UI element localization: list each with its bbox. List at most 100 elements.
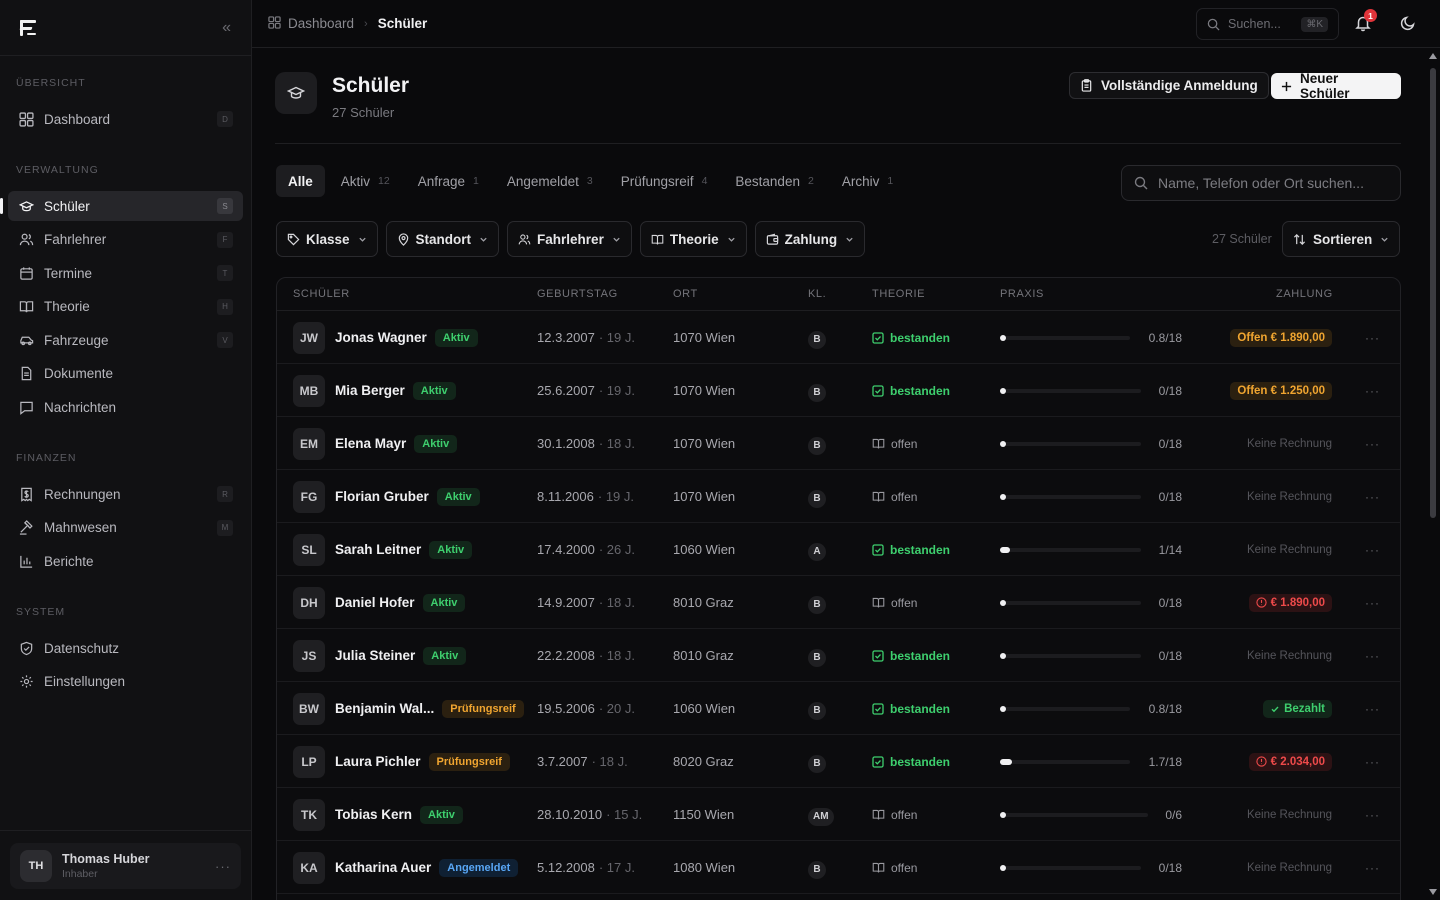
table-row[interactable]: BW Benjamin Wal... Prüfungsreif 19.5.2006 · … [277, 682, 1400, 735]
col-schueler[interactable]: SCHÜLER [293, 288, 350, 300]
table-row[interactable]: DH Daniel Hofer Aktiv 14.9.2007 · 18 J. 8010 … [277, 576, 1400, 629]
student-name[interactable]: Florian Gruber [335, 489, 429, 504]
student-name[interactable]: Jonas Wagner [335, 330, 427, 345]
student-name[interactable]: Laura Pichler [335, 754, 421, 769]
student-avatar: KA [293, 851, 325, 884]
tab-anfrage[interactable]: Anfrage 1 [406, 165, 491, 197]
sidebar-item-mahnwesen[interactable]: Mahnwesen M [8, 513, 243, 543]
table-row[interactable]: LP Laura Pichler Prüfungsreif 3.7.2007 · 18 … [277, 735, 1400, 788]
table-row[interactable]: TK Tobias Kern Aktiv 28.10.2010 · 15 J. 1150 … [277, 788, 1400, 841]
practice-progress [1000, 417, 1141, 470]
sidebar-item-termine[interactable]: Termine T [8, 258, 243, 288]
row-more-icon[interactable]: ··· [1365, 311, 1380, 364]
row-more-icon[interactable]: ··· [1365, 523, 1380, 576]
sidebar-item-schueler[interactable]: Schüler S [0, 191, 243, 221]
tab-angemeldet[interactable]: Angemeldet 3 [495, 165, 605, 197]
nav-section-label: ÜBERSICHT [16, 77, 86, 89]
filter-zahlung[interactable]: Zahlung [754, 221, 866, 257]
location-cell: 1060 Wien [673, 701, 736, 716]
row-more-icon[interactable]: ··· [1365, 629, 1380, 682]
scroll-up-icon[interactable] [1429, 53, 1437, 59]
row-more-icon[interactable]: ··· [1365, 788, 1380, 841]
scroll-thumb[interactable] [1430, 68, 1436, 518]
student-name[interactable]: Katharina Auer [335, 860, 431, 875]
sidebar-item-einstellungen[interactable]: Einstellungen [8, 667, 243, 697]
table-row[interactable]: SL Sarah Leitner Aktiv 17.4.2000 · 26 J. 1060… [277, 523, 1400, 576]
global-search[interactable]: Suchen... ⌘K [1196, 8, 1339, 40]
sidebar-item-fahrzeuge[interactable]: Fahrzeuge V [8, 325, 243, 355]
filter-fahrlehrer[interactable]: Fahrlehrer [507, 221, 632, 257]
row-more-icon[interactable]: ··· [1365, 364, 1380, 417]
row-more-icon[interactable]: ··· [1365, 682, 1380, 735]
sidebar-item-nachrichten[interactable]: Nachrichten [8, 392, 243, 422]
col-zahlung[interactable]: ZAHLUNG [1276, 288, 1333, 300]
filter-klasse[interactable]: Klasse [276, 221, 378, 257]
theory-cell: bestanden [872, 682, 950, 735]
student-age: · 26 J. [598, 542, 635, 557]
sidebar-item-datenschutz[interactable]: Datenschutz [8, 633, 243, 663]
birth-date: 8.11.2006 [537, 489, 594, 504]
student-search-input[interactable]: Name, Telefon oder Ort suchen... [1121, 165, 1401, 201]
tab-archiv[interactable]: Archiv 1 [830, 165, 905, 197]
collapse-sidebar-icon[interactable]: « [222, 19, 231, 37]
col-klasse[interactable]: KL. [808, 288, 826, 300]
app-logo[interactable] [18, 18, 38, 38]
col-geburtstag[interactable]: GEBURTSTAG [537, 288, 618, 300]
payment-status[interactable]: € 2.034,00 [1248, 752, 1332, 771]
notifications-button[interactable]: 1 [1354, 9, 1377, 34]
tab-bestanden[interactable]: Bestanden 2 [723, 165, 825, 197]
more-icon[interactable]: ··· [215, 859, 231, 874]
student-name[interactable]: Sarah Leitner [335, 542, 421, 557]
full-registration-button[interactable]: Vollständige Anmeldung [1069, 72, 1269, 99]
student-name[interactable]: Benjamin Wal... [335, 701, 434, 716]
student-name[interactable]: Mia Berger [335, 383, 405, 398]
breadcrumb-dashboard[interactable]: Dashboard [288, 16, 354, 31]
sidebar-item-rechnungen[interactable]: Rechnungen R [8, 479, 243, 509]
new-student-button[interactable]: Neuer Schüler [1271, 71, 1401, 101]
tab-aktiv[interactable]: Aktiv 12 [329, 165, 402, 197]
table-row[interactable]: JW Jonas Wagner Aktiv 12.3.2007 · 19 J. 1070 … [277, 311, 1400, 364]
payment-status[interactable]: € 1.890,00 [1248, 593, 1332, 612]
filter-standort[interactable]: Standort [385, 221, 500, 257]
row-more-icon[interactable]: ··· [1365, 576, 1380, 629]
scroll-down-icon[interactable] [1429, 889, 1437, 895]
student-name[interactable]: Daniel Hofer [335, 595, 415, 610]
sidebar-item-theorie[interactable]: Theorie H [8, 292, 243, 322]
table-row[interactable]: FG Florian Gruber Aktiv 8.11.2006 · 19 J. 107… [277, 470, 1400, 523]
table-row[interactable]: JS Julia Steiner Aktiv 22.2.2008 · 18 J. 8010… [277, 629, 1400, 682]
tab-alle[interactable]: Alle [276, 165, 325, 197]
payment-status[interactable]: Offen € 1.890,00 [1230, 328, 1332, 347]
table-row[interactable]: KA Katharina Auer Angemeldet 5.12.2008 · 17 … [277, 841, 1400, 894]
table-row[interactable]: EM Elena Mayr Aktiv 30.1.2008 · 18 J. 1070 Wi… [277, 417, 1400, 470]
user-menu[interactable]: TH Thomas Huber Inhaber ··· [10, 843, 241, 889]
col-praxis[interactable]: PRAXIS [1000, 288, 1044, 300]
sidebar-item-fahrlehrer[interactable]: Fahrlehrer F [8, 225, 243, 255]
sidebar-item-berichte[interactable]: Berichte [8, 546, 243, 576]
payment-amount: € 2.034,00 [1270, 755, 1325, 768]
theme-toggle[interactable] [1399, 14, 1419, 34]
tab-pruefungsreif[interactable]: Prüfungsreif 4 [609, 165, 720, 197]
check-square-icon [872, 649, 884, 662]
student-name[interactable]: Tobias Kern [335, 807, 412, 822]
row-more-icon[interactable]: ··· [1365, 417, 1380, 470]
filter-theorie[interactable]: Theorie [639, 221, 747, 257]
tab-label: Anfrage [417, 173, 466, 189]
sort-button[interactable]: Sortieren [1282, 221, 1401, 257]
page-scrollbar[interactable] [1426, 48, 1440, 900]
payment-status[interactable]: Offen € 1.250,00 [1230, 381, 1332, 400]
sidebar-item-dashboard[interactable]: Dashboard D [8, 104, 243, 134]
row-more-icon[interactable]: ··· [1365, 735, 1380, 788]
student-avatar: MB [293, 374, 325, 407]
sidebar-item-dokumente[interactable]: Dokumente [8, 359, 243, 389]
row-more-icon[interactable]: ··· [1365, 841, 1380, 894]
student-name[interactable]: Elena Mayr [335, 436, 406, 451]
payment-status[interactable]: Bezahlt [1263, 699, 1332, 718]
shield-icon [18, 640, 34, 656]
col-ort[interactable]: ORT [673, 288, 698, 300]
theory-label: offen [891, 595, 918, 610]
license-class-badge: B [808, 383, 826, 402]
student-name[interactable]: Julia Steiner [335, 648, 415, 663]
table-row[interactable]: MB Mia Berger Aktiv 25.6.2007 · 19 J. 1070 Wi… [277, 364, 1400, 417]
col-theorie[interactable]: THEORIE [872, 288, 925, 300]
row-more-icon[interactable]: ··· [1365, 470, 1380, 523]
